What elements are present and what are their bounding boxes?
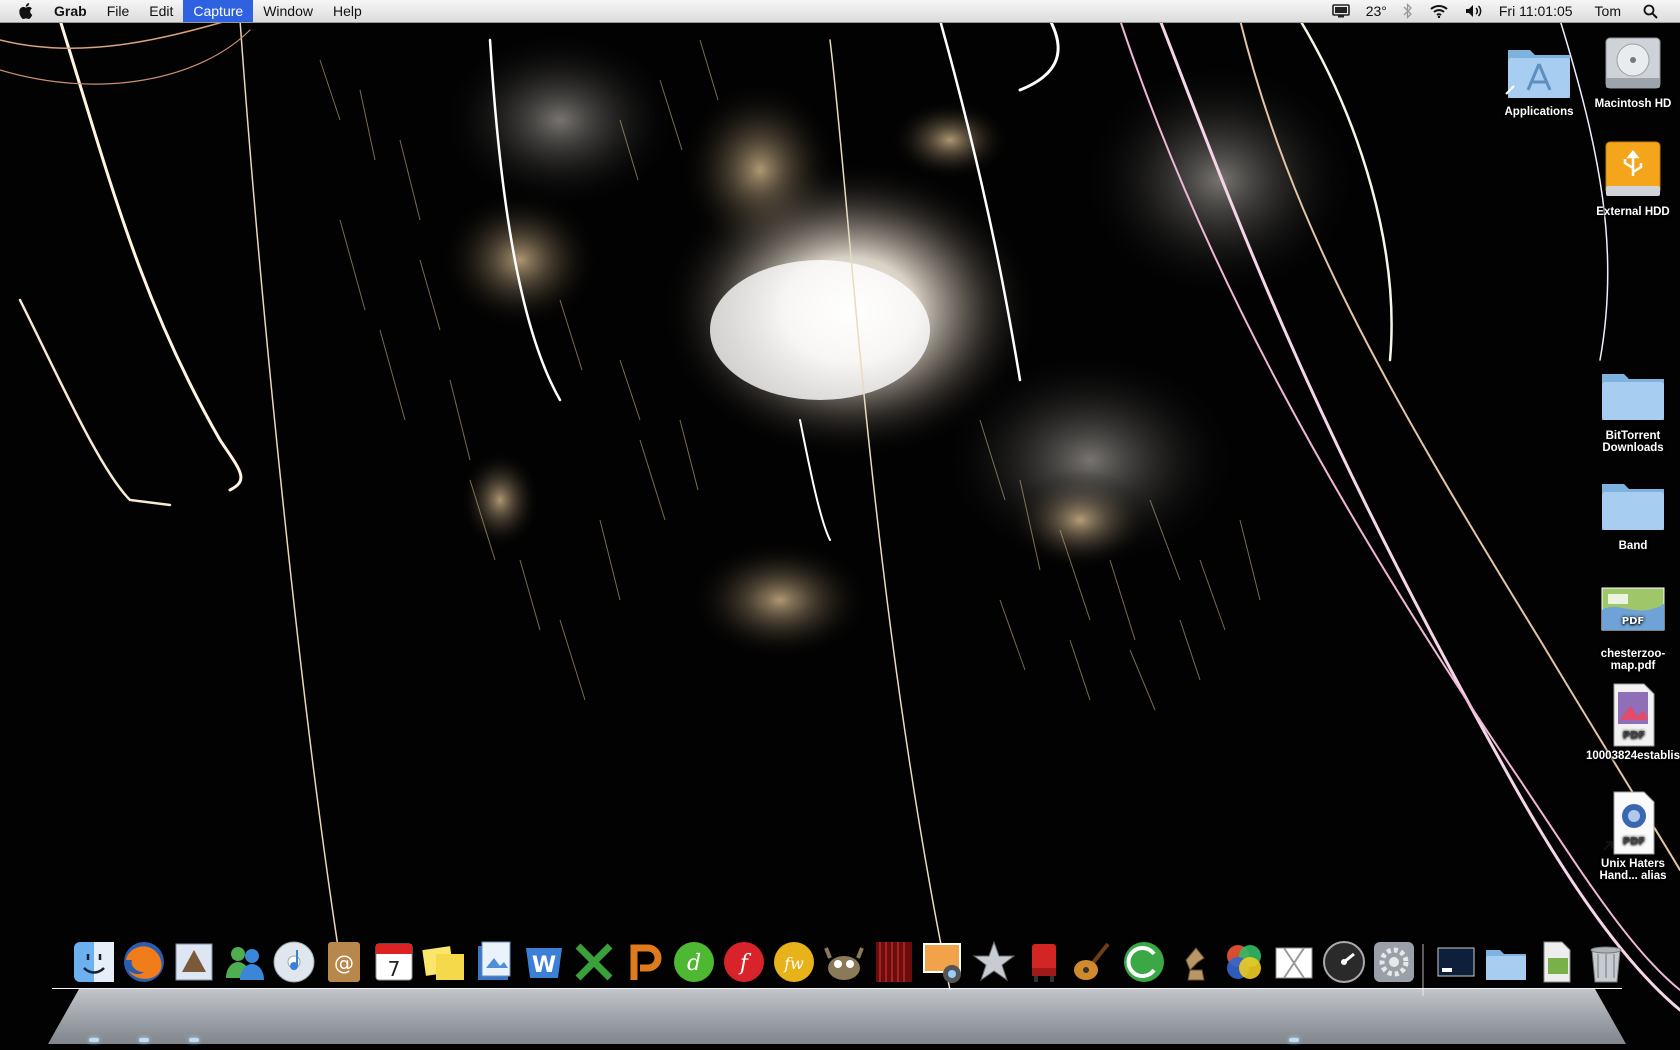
desktop-icon-macintosh-hd[interactable]: Macintosh HD <box>1586 30 1680 110</box>
desktop-icon-unix-haters[interactable]: PDF Unix Haters Hand... alias <box>1586 790 1680 882</box>
menu-edit[interactable]: Edit <box>139 0 183 22</box>
desktop-icon-label: External HDD <box>1596 206 1670 218</box>
dock-grab-icon[interactable] <box>1270 938 1318 986</box>
volume-icon[interactable] <box>1457 0 1491 22</box>
desktop-icon-label: Unix Haters Hand... alias <box>1599 858 1667 882</box>
folder-icon <box>1598 362 1668 428</box>
menu-help[interactable]: Help <box>323 0 372 22</box>
svg-text:PDF: PDF <box>1623 836 1645 847</box>
dock-front-row-icon[interactable] <box>870 938 918 986</box>
spotlight-search-icon[interactable] <box>1635 0 1666 22</box>
app-menu-grab[interactable]: Grab <box>44 0 97 22</box>
desktop-icon-chesterzoo-map[interactable]: PDF chesterzoo-map.pdf <box>1586 580 1680 672</box>
dock-colorsync-icon[interactable] <box>1220 938 1268 986</box>
dock-imovie-icon[interactable] <box>970 938 1018 986</box>
dock-downloads-stack-icon[interactable] <box>1532 938 1580 986</box>
desktop-icon-label: Macintosh HD <box>1594 98 1672 110</box>
dock-firefox-icon[interactable] <box>120 938 168 986</box>
apple-menu-icon[interactable] <box>16 0 36 22</box>
fast-user-switching[interactable]: Tom <box>1581 0 1635 22</box>
desktop-icon-label: Applications <box>1504 106 1574 118</box>
desktop-icon-label: BitTorrent Downloads <box>1602 430 1664 454</box>
dock-separator <box>1422 944 1424 996</box>
dock-gimp-icon[interactable] <box>820 938 868 986</box>
desktop-icon-label: chesterzoo-map.pdf <box>1600 648 1666 672</box>
dock-shelf <box>48 988 1626 1044</box>
dock-mail-eagle-icon[interactable] <box>170 938 218 986</box>
running-indicator-grab <box>1289 1038 1299 1042</box>
dock-flash-icon[interactable]: f <box>720 938 768 986</box>
svg-text:d: d <box>687 951 701 976</box>
dock-excel-icon[interactable] <box>570 938 618 986</box>
svg-text:@: @ <box>334 951 354 975</box>
desktop-icon-pdf-10003824[interactable]: PDF 10003824establis...8.pdf <box>1586 682 1680 762</box>
pdf-document-icon: PDF <box>1598 682 1668 748</box>
dock-dreamweaver-icon[interactable]: d <box>670 938 718 986</box>
desktop-icon-external-hdd[interactable]: External HDD <box>1586 138 1680 218</box>
dock-ical-icon[interactable]: 7 <box>370 938 418 986</box>
menu-bar: Grab File Edit Capture Window Help 23° F… <box>0 0 1680 23</box>
temperature-readout[interactable]: 23° <box>1358 0 1395 22</box>
desktop-icon-applications[interactable]: Applications <box>1492 38 1586 118</box>
menu-window[interactable]: Window <box>253 0 323 22</box>
bluetooth-icon[interactable] <box>1395 0 1421 22</box>
dock-trash-icon[interactable] <box>1582 938 1630 986</box>
running-indicator-mail <box>189 1038 199 1042</box>
dock-stickies-icon[interactable] <box>420 938 468 986</box>
dock-dashboard-icon[interactable] <box>1320 938 1368 986</box>
running-indicator-firefox <box>139 1038 149 1042</box>
running-indicator-finder <box>89 1038 99 1042</box>
dock-address-book-icon[interactable]: @ <box>320 938 368 986</box>
desktop-wallpaper <box>0 0 1680 1050</box>
dock-preview-icon[interactable] <box>470 938 518 986</box>
dock-documents-folder-icon[interactable] <box>1482 938 1530 986</box>
dock-finder-icon[interactable] <box>70 938 118 986</box>
wifi-icon[interactable] <box>1421 0 1457 22</box>
dock-system-preferences-icon[interactable] <box>1370 938 1418 986</box>
usb-drive-icon <box>1598 138 1668 204</box>
dock-itunes-icon[interactable] <box>270 938 318 986</box>
dock-garageband-icon[interactable] <box>1070 938 1118 986</box>
dock-fireworks-icon[interactable]: fw <box>770 938 818 986</box>
pdf-map-icon: PDF <box>1598 580 1668 646</box>
applications-folder-icon <box>1504 38 1574 104</box>
dock-powerpoint-icon[interactable] <box>620 938 668 986</box>
dock-desktop-stack-icon[interactable] <box>1432 938 1480 986</box>
display-mirroring-icon[interactable] <box>1324 0 1358 22</box>
dock-word-icon[interactable]: W <box>520 938 568 986</box>
desktop-icon-label: Band <box>1618 540 1648 552</box>
menu-file[interactable]: File <box>97 0 140 22</box>
menu-capture[interactable]: Capture <box>183 0 254 22</box>
dock-cyberduck-icon[interactable] <box>1120 938 1168 986</box>
desktop-icon-label: 10003824establis...8.pdf <box>1586 750 1680 762</box>
desktop-icon-bittorrent-downloads[interactable]: BitTorrent Downloads <box>1586 362 1680 454</box>
desktop-icon-band[interactable]: Band <box>1586 472 1680 552</box>
pdf-alias-icon: PDF <box>1598 790 1668 856</box>
hard-drive-icon <box>1598 30 1668 96</box>
dock-chess-icon[interactable] <box>1170 938 1218 986</box>
dock-shelf-highlight <box>52 988 1622 989</box>
svg-text:PDF: PDF <box>1622 616 1644 627</box>
svg-text:W: W <box>532 953 556 978</box>
menubar-clock[interactable]: Fri 11:01:05 <box>1491 0 1581 22</box>
folder-icon <box>1598 472 1668 538</box>
dock-flip-icon[interactable] <box>1020 938 1068 986</box>
svg-text:fw: fw <box>783 954 804 973</box>
svg-text:PDF: PDF <box>1623 730 1645 741</box>
dock-iphoto-icon[interactable] <box>920 938 968 986</box>
svg-text:7: 7 <box>388 957 401 981</box>
dock-messenger-icon[interactable] <box>220 938 268 986</box>
